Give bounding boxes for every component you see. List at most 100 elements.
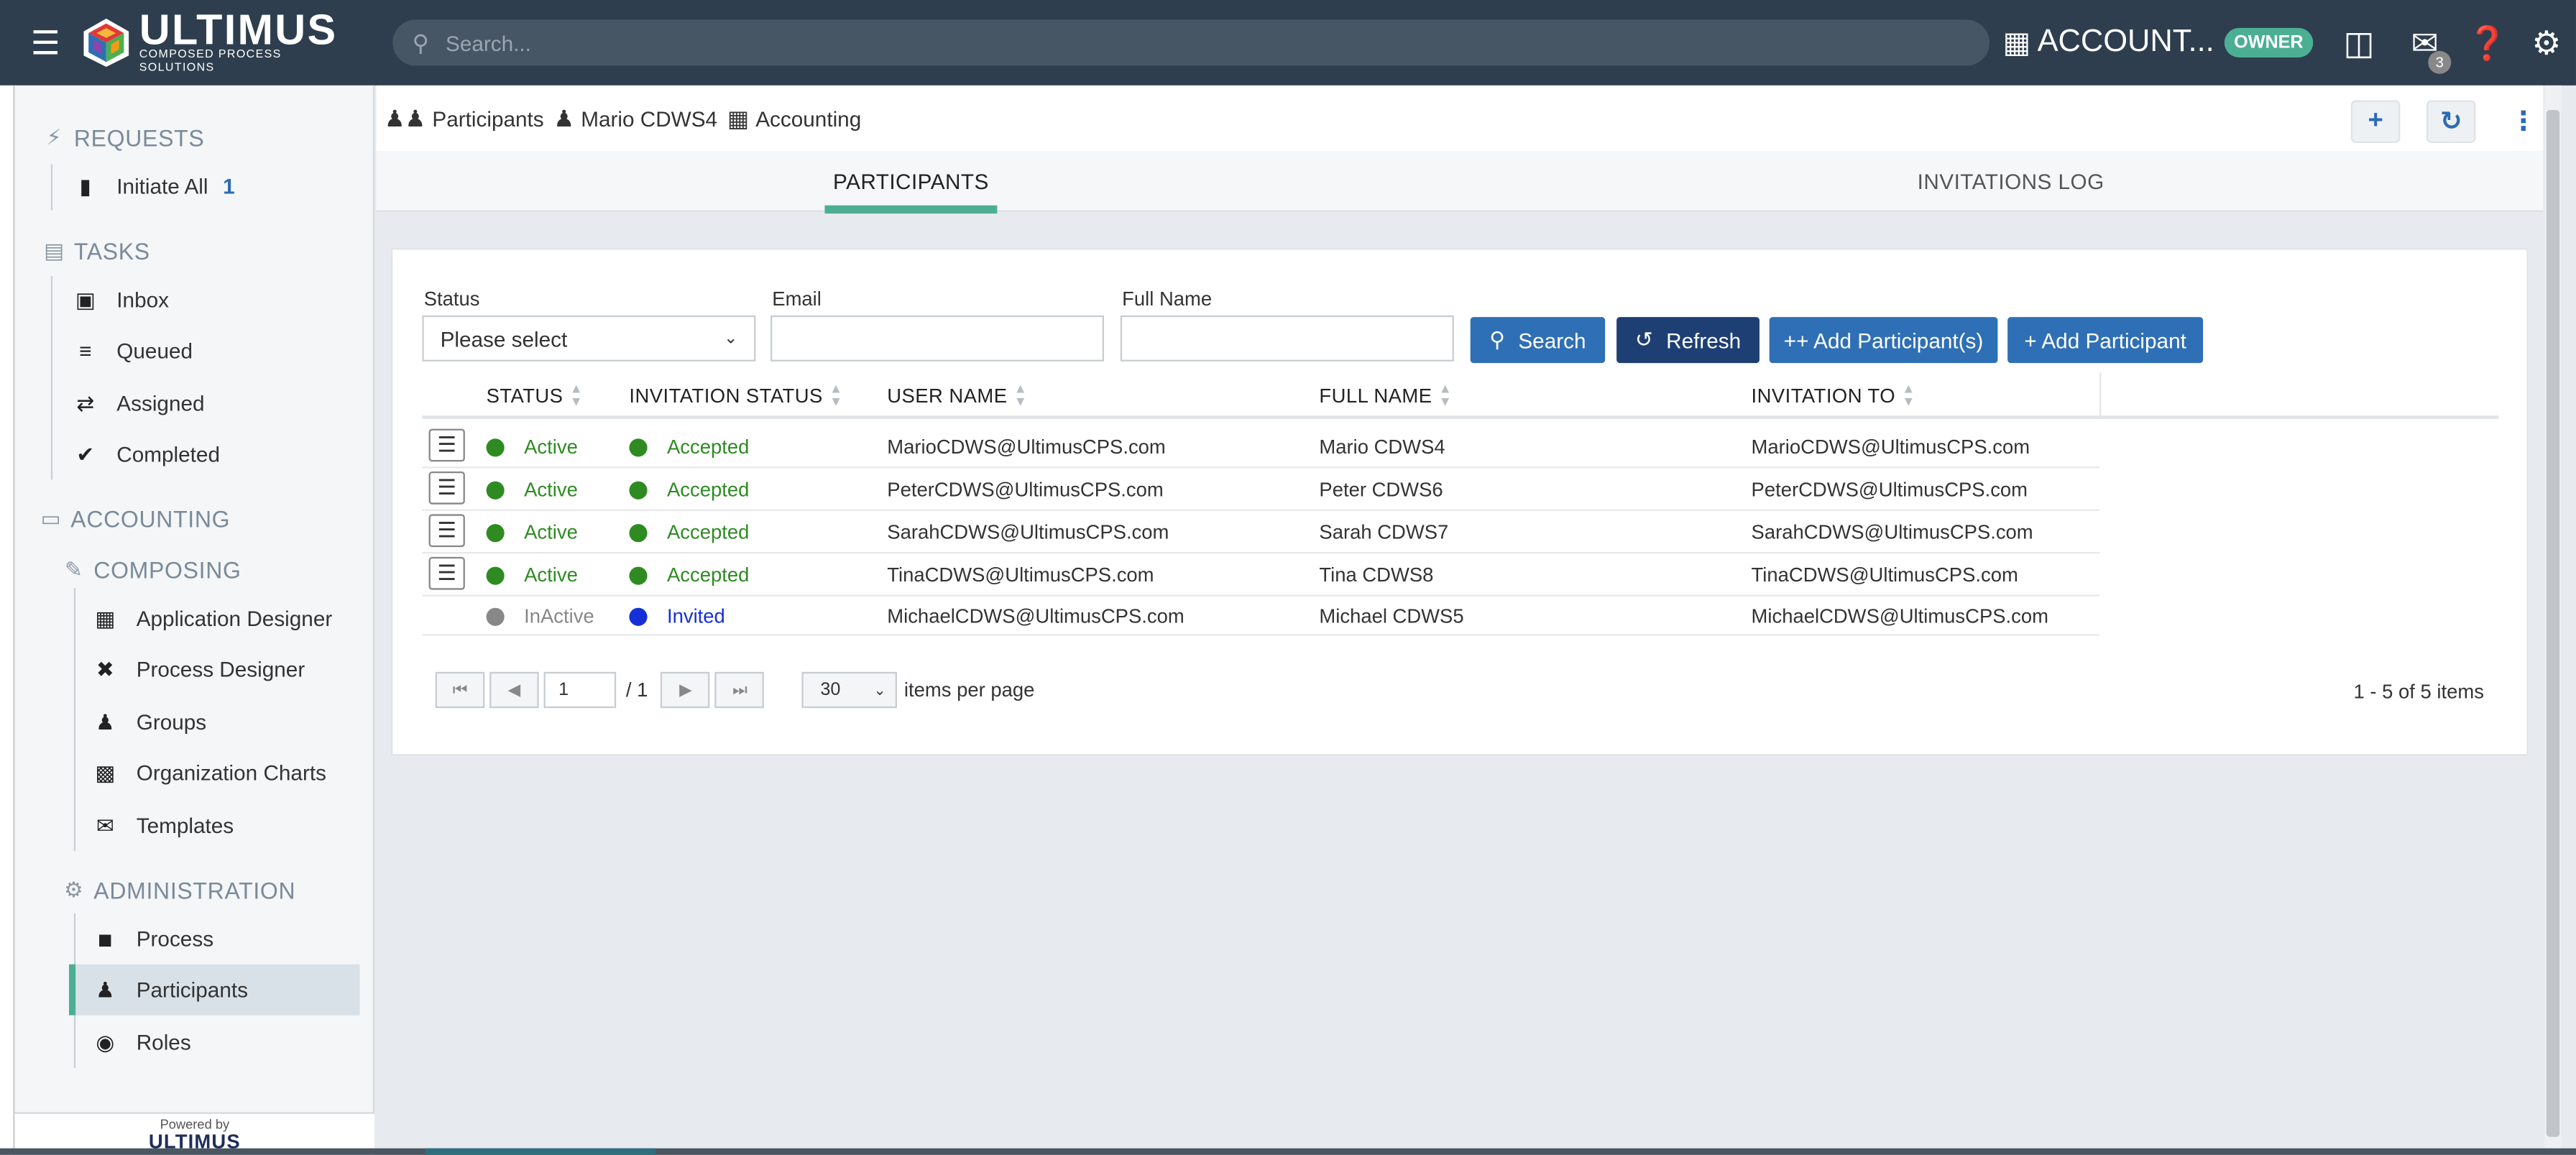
layers-icon: ≡ [79, 338, 92, 364]
logo-title: ULTIMUS [139, 4, 338, 55]
section-composing[interactable]: ✎ COMPOSING [58, 557, 242, 584]
users-icon: ♟ [95, 709, 115, 734]
sidebar-item-templates[interactable]: ✉ Templates [87, 800, 234, 851]
sidebar-item-participants[interactable]: ♟ Participants [68, 964, 360, 1016]
column-invitation-status[interactable]: INVITATION STATUS ▲ ▼ [629, 373, 842, 419]
status-dot [486, 566, 505, 584]
logo[interactable]: ULTIMUS COMPOSED PROCESS SOLUTIONS [81, 0, 356, 86]
row-menu-button[interactable]: ☰ [428, 556, 465, 590]
more-vertical-icon[interactable]: ⋮ [2499, 100, 2549, 142]
full-name-cell: Peter CDWS6 [1319, 478, 1443, 502]
sidebar: ⚡ REQUESTS ▮ Initiate All 1 ▤ TASKS ▣ In… [14, 85, 375, 1155]
section-administration[interactable]: ⚙ ADMINISTRATION [58, 878, 295, 904]
hamburger-menu-icon[interactable]: ☰ [23, 0, 68, 86]
row-menu-button[interactable]: ☰ [428, 471, 465, 505]
next-page-button[interactable]: ▶ [661, 671, 711, 709]
invitation-to-cell: SarahCDWS@UltimusCPS.com [1751, 520, 2033, 544]
refresh-button[interactable]: ↺ Refresh [1616, 317, 1760, 364]
sidebar-item-roles[interactable]: ◉ Roles [87, 1017, 190, 1068]
invitation-to-cell: MichaelCDWS@UltimusCPS.com [1751, 604, 2048, 628]
prev-page-button[interactable]: ◀ [489, 671, 539, 709]
sidebar-item-application-designer[interactable]: ▦ Application Designer [87, 593, 332, 644]
sidebar-item-organization-charts[interactable]: ▩ Organization Charts [87, 747, 326, 799]
section-accounting[interactable]: ▭ ACCOUNTING [34, 506, 230, 533]
sidebar-item-groups[interactable]: ♟ Groups [87, 696, 206, 747]
table-row: InActive Invited MichaelCDWS@UltimusCPS.… [422, 597, 2100, 636]
status-filter-select[interactable]: Please select ⌄ [422, 315, 756, 362]
column-invitation-to[interactable]: INVITATION TO ▲ ▼ [1752, 373, 1915, 419]
sidebar-item-process-designer[interactable]: ✖ Process Designer [87, 644, 305, 695]
add-participants-button[interactable]: ++ Add Participant(s) [1769, 317, 1998, 364]
section-requests[interactable]: ⚡ REQUESTS [38, 125, 205, 152]
sidebar-item-queued[interactable]: ≡ Queued [68, 326, 193, 377]
search-icon: ⚲ [412, 28, 430, 55]
user-name-cell: SarahCDWS@UltimusCPS.com [887, 520, 1169, 544]
bottom-bar [0, 1148, 2576, 1155]
add-button[interactable]: + [2350, 100, 2401, 143]
tab-participants[interactable]: PARTICIPANTS [824, 151, 998, 214]
items-per-page-label: items per page [903, 678, 1035, 701]
invitation-status-dot [629, 607, 648, 625]
first-page-button[interactable]: ⏮ [435, 671, 485, 709]
account-selector[interactable]: ▦ ACCOUNT... [2003, 24, 2214, 60]
breadcrumb-participants[interactable]: ♟♟ Participants [385, 104, 544, 132]
column-full-name[interactable]: FULL NAME ▲ ▼ [1319, 373, 1452, 419]
fullname-filter-input[interactable] [1120, 315, 1454, 362]
table-row: ☰ Active Accepted TinaCDWS@UltimusCPS.co… [422, 553, 2100, 597]
table-row: ☰ Active Accepted PeterCDWS@UltimusCPS.c… [422, 468, 2100, 511]
email-filter-input[interactable] [770, 315, 1104, 362]
tab-invitations-log[interactable]: INVITATIONS LOG [1904, 151, 2117, 212]
server-icon: ▤ [44, 238, 65, 263]
breadcrumb: ♟♟ Participants ♟ Mario CDWS4 ▦ Accounti… [376, 85, 2544, 152]
inbox-icon: ▣ [75, 286, 96, 312]
columns-icon[interactable]: ◫ [2329, 22, 2388, 63]
sort-icon: ▲ ▼ [1438, 381, 1453, 410]
initiate-all-count: 1 [223, 174, 235, 199]
column-status[interactable]: STATUS ▲ ▼ [487, 373, 584, 419]
tabs: PARTICIPANTS INVITATIONS LOG [376, 151, 2544, 214]
items-per-page-select[interactable]: 30 ⌄ [802, 671, 898, 709]
owner-badge: OWNER [2224, 27, 2314, 57]
active-tab-underline [824, 205, 998, 214]
fullname-filter-label: Full Name [1122, 287, 1213, 310]
sidebar-item-initiate-all[interactable]: ▮ Initiate All 1 [68, 161, 235, 212]
sidebar-item-inbox[interactable]: ▣ Inbox [68, 275, 169, 326]
search-button[interactable]: ⚲ Search [1470, 317, 1606, 364]
global-search-input[interactable] [445, 30, 1925, 55]
last-page-button[interactable]: ⏭ [715, 671, 765, 709]
image-icon: ▦ [95, 605, 116, 630]
refresh-icon[interactable]: ↻ [2426, 100, 2476, 143]
shuffle-icon: ⇄ [76, 390, 95, 415]
invitation-status-dot [629, 438, 648, 456]
status-dot [486, 438, 505, 456]
sort-icon: ▲ ▼ [1013, 381, 1028, 410]
add-participant-button[interactable]: + Add Participant [2007, 317, 2204, 364]
chevron-down-icon: ⌄ [873, 681, 886, 698]
cogs-icon: ⚙ [64, 877, 84, 902]
tools-icon: ✖ [96, 656, 114, 681]
user-name-cell: PeterCDWS@UltimusCPS.com [887, 478, 1164, 502]
ultimus-cube-icon [84, 18, 130, 67]
top-bar: ☰ ULTIMUS COMPOSED PROCESS SOLUTIONS ⚲ ▦ [0, 0, 2576, 86]
help-icon[interactable]: ❓ [2457, 22, 2516, 63]
full-name-cell: Sarah CDWS7 [1319, 520, 1449, 544]
section-tasks[interactable]: ▤ TASKS [38, 238, 150, 264]
page-number-input[interactable]: 1 [543, 671, 617, 709]
gear-icon[interactable]: ⚙ [2517, 22, 2576, 63]
row-menu-button[interactable]: ☰ [428, 514, 465, 548]
table-header: STATUS ▲ ▼ INVITATION STATUS ▲ ▼ USER NAME… [422, 372, 2499, 419]
scrollbar-thumb[interactable] [2546, 110, 2560, 1137]
sidebar-item-completed[interactable]: ✔ Completed [68, 429, 220, 480]
breadcrumb-user[interactable]: ♟ Mario CDWS4 [553, 104, 717, 132]
bolt-icon: ⚡ [46, 124, 63, 149]
column-user-name[interactable]: USER NAME ▲ ▼ [887, 373, 1027, 419]
column-divider [2099, 372, 2102, 419]
mail-icon[interactable]: ✉ 3 [2396, 22, 2455, 73]
scrollbar[interactable] [2544, 85, 2562, 1155]
sidebar-item-assigned[interactable]: ⇄ Assigned [68, 378, 204, 429]
sidebar-item-process[interactable]: ◾ Process [87, 914, 213, 965]
row-menu-button[interactable]: ☰ [428, 428, 465, 462]
breadcrumb-accounting[interactable]: ▦ Accounting [727, 104, 861, 132]
global-search: ⚲ [392, 19, 1990, 66]
sort-icon: ▲ ▼ [1902, 381, 1915, 410]
